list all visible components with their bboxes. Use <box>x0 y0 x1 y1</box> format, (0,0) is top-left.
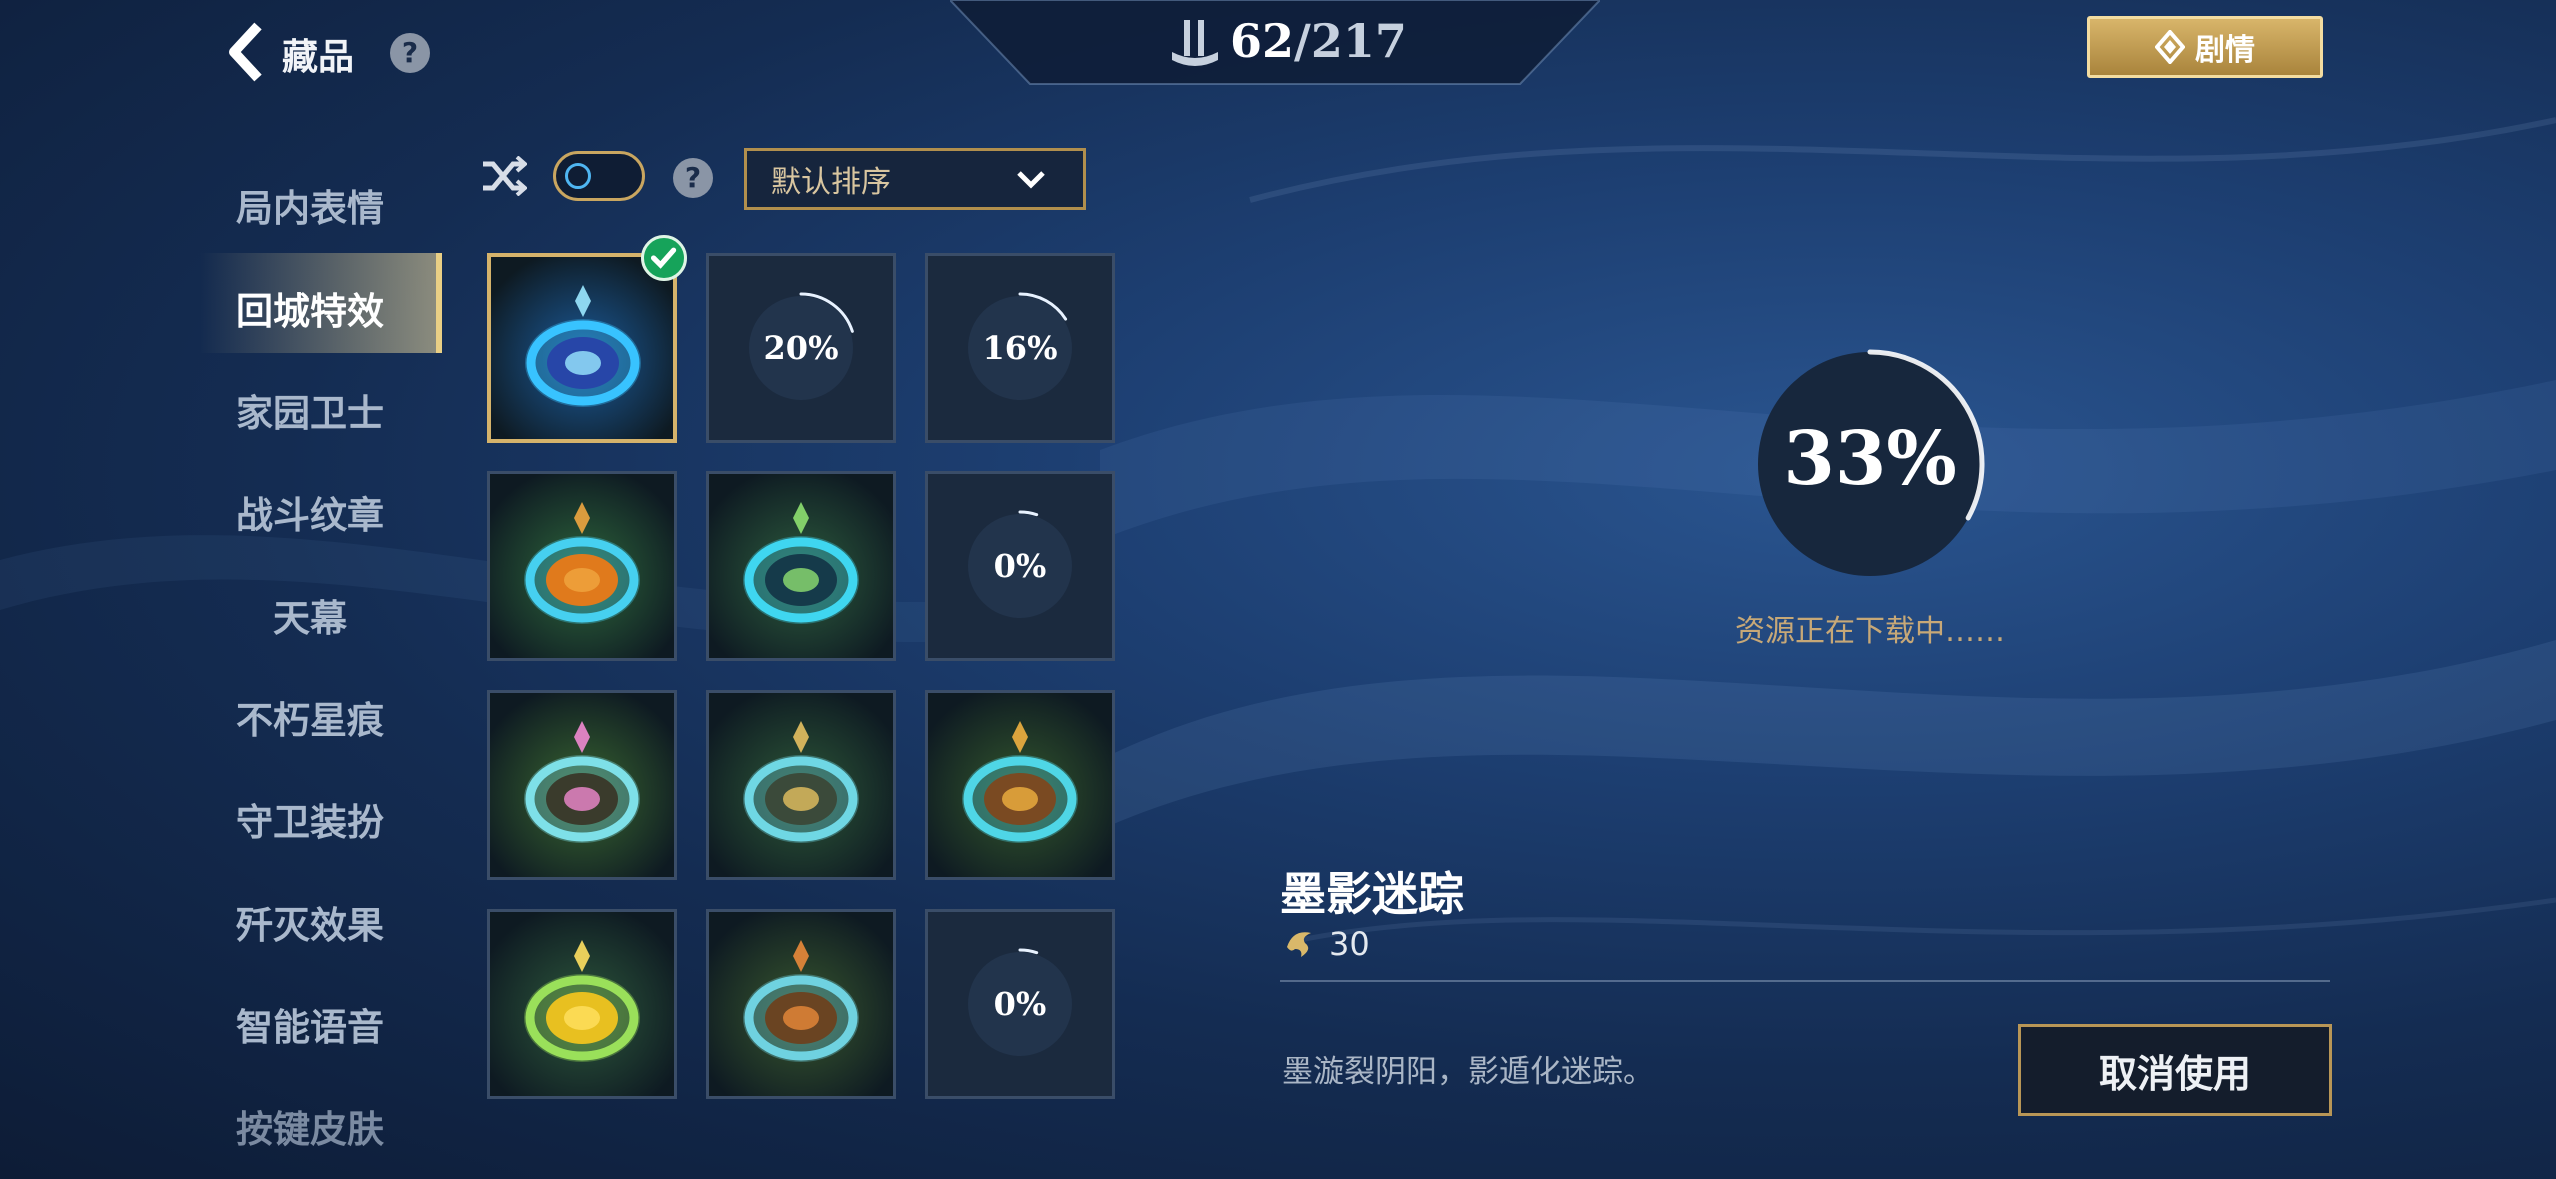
back-arrow-icon[interactable] <box>228 22 268 82</box>
effect-tile-downloading[interactable]: 0% <box>925 471 1115 661</box>
item-price: 30 <box>1283 925 1370 963</box>
question-icon[interactable]: ? <box>390 33 430 73</box>
sidebar-item-annihilation-effect[interactable]: 歼灭效果 <box>200 895 420 949</box>
chevron-down-icon <box>1017 171 1045 189</box>
story-button[interactable]: 剧情 <box>2087 16 2323 78</box>
effect-tile[interactable] <box>487 690 677 880</box>
shuffle-toggle[interactable] <box>553 151 645 201</box>
sidebar-item-recall-effects[interactable]: 回城特效 <box>200 281 420 335</box>
sort-selected-label: 默认排序 <box>771 165 891 200</box>
effect-tile[interactable] <box>487 909 677 1099</box>
shuffle-icon[interactable] <box>481 156 527 196</box>
effect-preview-icon <box>490 474 674 658</box>
effect-preview-icon <box>491 257 673 439</box>
sidebar-item-star-mark[interactable]: 不朽星痕 <box>200 690 420 744</box>
tile-percent: 0% <box>993 985 1047 1023</box>
sort-dropdown[interactable]: 默认排序 <box>744 148 1086 210</box>
tile-percent: 16% <box>982 329 1058 367</box>
toggle-knob <box>565 163 591 189</box>
detail-divider <box>1280 980 2330 982</box>
collection-current: 62 <box>1230 14 1295 68</box>
tile-percent: 0% <box>993 547 1047 585</box>
sidebar-item-key-skin[interactable]: 按键皮肤 <box>200 1099 420 1153</box>
sidebar-item-emotes[interactable]: 局内表情 <box>200 178 420 232</box>
effect-tile[interactable] <box>706 471 896 661</box>
diamond-icon <box>2155 30 2185 64</box>
sidebar-active-bar <box>436 253 442 353</box>
item-name: 墨影迷踪 <box>1280 867 1464 921</box>
currency-icon <box>1287 932 1311 957</box>
effect-preview-icon <box>928 693 1112 877</box>
sidebar-item-smart-voice[interactable]: 智能语音 <box>200 997 420 1051</box>
collection-trophy-icon <box>1172 20 1218 66</box>
sidebar-item-sky-curtain[interactable]: 天幕 <box>200 588 420 642</box>
sidebar-item-guard-outfit[interactable]: 守卫装扮 <box>200 792 420 846</box>
effect-tile[interactable] <box>925 690 1115 880</box>
sidebar-item-home-guard[interactable]: 家园卫士 <box>200 383 420 437</box>
effect-tile-downloading[interactable]: 0% <box>925 909 1115 1099</box>
effect-preview-icon <box>490 693 674 877</box>
page-title: 藏品 <box>282 37 355 78</box>
download-status-text: 资源正在下载中…… <box>1735 614 2005 649</box>
effect-preview-icon <box>709 693 893 877</box>
effect-tile[interactable] <box>706 909 896 1099</box>
item-price-value: 30 <box>1329 925 1370 963</box>
question-icon[interactable]: ? <box>673 158 713 198</box>
effect-tile[interactable] <box>487 253 677 443</box>
download-percent: 33% <box>1783 416 1957 502</box>
effect-preview-icon <box>490 912 674 1096</box>
sidebar-item-battle-emblem[interactable]: 战斗纹章 <box>200 485 420 539</box>
cancel-use-button[interactable]: 取消使用 <box>2018 1024 2332 1116</box>
effect-tile[interactable] <box>487 471 677 661</box>
effect-preview-icon <box>709 912 893 1096</box>
collection-separator: / <box>1294 14 1311 68</box>
collection-count: 62/217 <box>1230 14 1407 68</box>
effect-tile-downloading[interactable]: 16% <box>925 253 1115 443</box>
effect-preview-icon <box>709 474 893 658</box>
item-description: 墨漩裂阴阳，影遁化迷踪。 <box>1282 1054 1654 1090</box>
story-button-label: 剧情 <box>2195 33 2255 68</box>
equipped-check-icon <box>641 235 687 281</box>
effect-tile-downloading[interactable]: 20% <box>706 253 896 443</box>
effect-tile[interactable] <box>706 690 896 880</box>
tile-percent: 20% <box>763 329 839 367</box>
collection-total: 217 <box>1310 14 1407 68</box>
